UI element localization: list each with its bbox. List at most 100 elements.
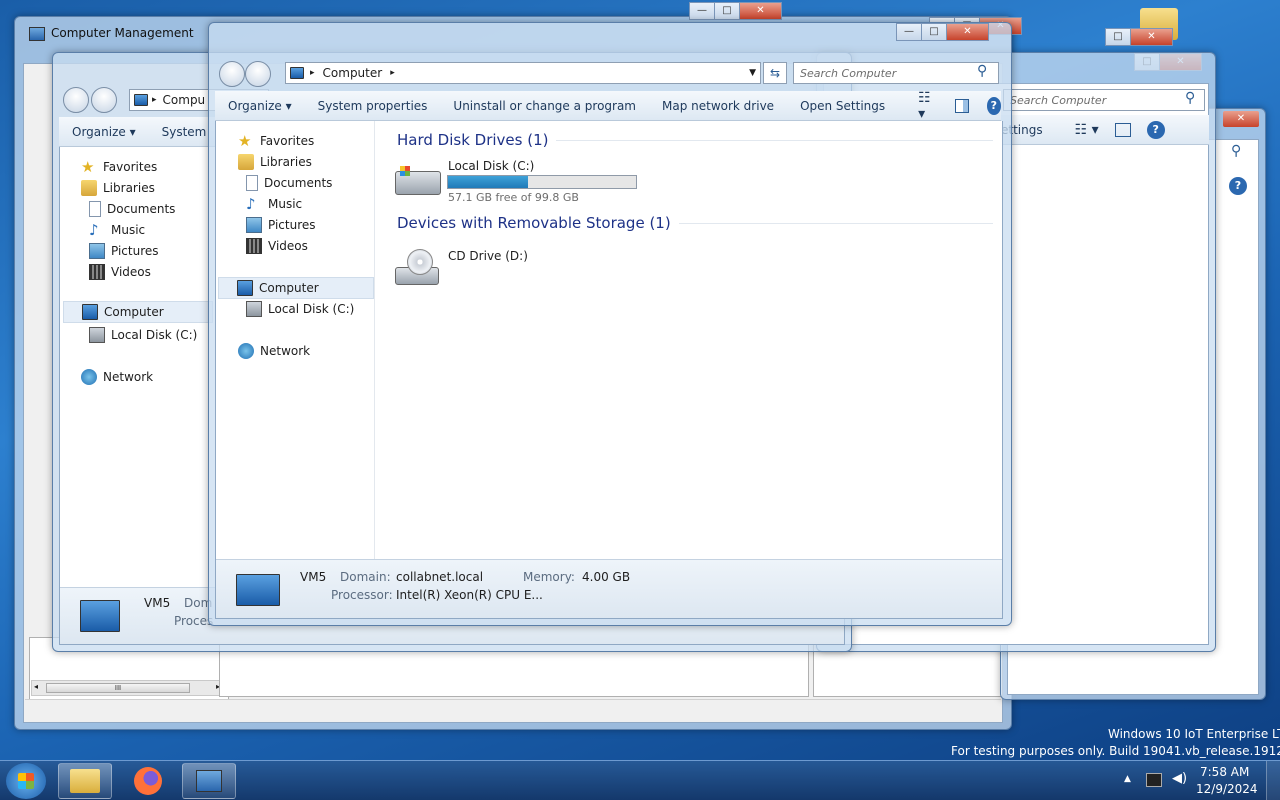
window-title: Computer Management bbox=[51, 26, 194, 40]
nav-libraries[interactable]: Libraries bbox=[81, 180, 155, 196]
details-computer-name: VM5 bbox=[144, 596, 171, 610]
minimize-icon[interactable]: — bbox=[689, 2, 715, 20]
minimize-icon[interactable]: — bbox=[896, 23, 922, 41]
navigation-pane: ★ Favorites Libraries Documents ♪ Music Pi… bbox=[59, 147, 213, 587]
start-button[interactable] bbox=[6, 763, 46, 799]
file-explorer-folder-icon bbox=[70, 769, 100, 793]
nav-pictures[interactable]: Pictures bbox=[89, 243, 159, 259]
view-options-icon[interactable]: ☷ ▾ bbox=[1075, 122, 1099, 138]
breadcrumb-computer[interactable]: Compu bbox=[163, 93, 206, 107]
nav-documents[interactable]: Documents bbox=[89, 201, 175, 217]
close-icon[interactable]: ✕ bbox=[946, 23, 989, 41]
address-bar[interactable]: ▸ Computer ▸ ▼ bbox=[285, 62, 761, 84]
help-icon[interactable]: ? bbox=[986, 96, 1001, 115]
map-network-drive-button[interactable]: Map network drive bbox=[649, 99, 787, 113]
system-properties-button[interactable]: System properties bbox=[305, 99, 441, 113]
network-globe-icon bbox=[238, 343, 254, 359]
windows-edition-watermark: Windows 10 IoT Enterprise LTSC bbox=[1108, 727, 1280, 741]
explorer-window-computer[interactable]: — □ ✕ ▸ Computer ▸ ▼ ⇆ Search Computer ⚲… bbox=[208, 22, 1012, 626]
nav-documents[interactable]: Documents bbox=[246, 175, 332, 191]
maximize-icon[interactable]: □ bbox=[1105, 28, 1131, 46]
search-input[interactable]: Search Computer bbox=[1003, 89, 1205, 111]
organize-button[interactable]: Organize ▾ bbox=[59, 125, 149, 139]
preview-pane-icon[interactable] bbox=[1114, 122, 1131, 137]
view-options-icon[interactable]: ☷ ▾ bbox=[918, 90, 937, 122]
breadcrumb-computer[interactable]: Computer bbox=[323, 66, 383, 80]
maximize-icon[interactable]: □ bbox=[921, 23, 947, 41]
nav-local-disk[interactable]: Local Disk (C:) bbox=[89, 327, 197, 343]
nav-computer[interactable]: Computer bbox=[63, 301, 213, 323]
nav-videos[interactable]: Videos bbox=[89, 264, 151, 280]
close-icon[interactable]: ✕ bbox=[1223, 111, 1259, 127]
nav-computer[interactable]: Computer bbox=[218, 277, 374, 299]
tray-network-icon[interactable] bbox=[1146, 773, 1162, 787]
videos-film-icon bbox=[246, 238, 262, 254]
cm-status-bar bbox=[25, 699, 1001, 721]
bg-window-caption-3[interactable]: □ ✕ bbox=[1105, 28, 1173, 46]
cm-hscroll[interactable]: ◂ III ▸ bbox=[31, 680, 227, 696]
breadcrumb-chevron-icon: ▸ bbox=[152, 95, 157, 105]
computer-large-icon bbox=[236, 574, 280, 606]
nav-pane-divider[interactable] bbox=[374, 121, 375, 559]
uninstall-program-button[interactable]: Uninstall or change a program bbox=[440, 99, 649, 113]
help-icon[interactable]: ? bbox=[1229, 177, 1247, 195]
nav-favorites[interactable]: ★ Favorites bbox=[238, 133, 314, 149]
taskbar-file-explorer[interactable] bbox=[58, 763, 112, 799]
close-icon[interactable]: ✕ bbox=[739, 2, 782, 20]
details-domain-label: Domain: bbox=[340, 570, 391, 584]
pictures-icon bbox=[246, 217, 262, 233]
nav-pictures[interactable]: Pictures bbox=[246, 217, 316, 233]
nav-favorites[interactable]: ★ Favorites bbox=[81, 159, 157, 175]
drive-c-free-space: 57.1 GB free of 99.8 GB bbox=[448, 191, 579, 204]
search-input[interactable]: Search Computer bbox=[793, 62, 999, 84]
help-icon[interactable]: ? bbox=[1146, 120, 1165, 139]
drive-d-name: CD Drive (D:) bbox=[448, 249, 528, 263]
drive-d-item[interactable]: CD Drive (D:) bbox=[391, 241, 591, 291]
videos-film-icon bbox=[89, 264, 105, 280]
show-desktop-button[interactable] bbox=[1266, 761, 1280, 800]
details-processor-value: Intel(R) Xeon(R) CPU E... bbox=[396, 588, 543, 602]
nav-videos[interactable]: Videos bbox=[246, 238, 308, 254]
search-icon[interactable]: ⚲ bbox=[1185, 90, 1195, 106]
taskbar-firefox[interactable] bbox=[130, 765, 166, 797]
forward-button[interactable] bbox=[91, 87, 117, 113]
preview-pane-icon[interactable] bbox=[955, 98, 969, 113]
maximize-icon[interactable]: □ bbox=[714, 2, 740, 20]
clock-date[interactable]: 12/9/2024 bbox=[1196, 782, 1258, 796]
address-dropdown-icon[interactable]: ▼ bbox=[749, 68, 756, 78]
tray-volume-icon[interactable]: ◀) bbox=[1172, 771, 1187, 786]
bg-window-caption-1[interactable]: — □ ✕ bbox=[689, 2, 782, 20]
open-settings-button[interactable]: Open Settings bbox=[787, 99, 898, 113]
scroll-left-arrow[interactable]: ◂ bbox=[34, 682, 38, 691]
clock-time[interactable]: 7:58 AM bbox=[1200, 765, 1249, 779]
drive-c-name: Local Disk (C:) bbox=[448, 159, 535, 173]
nav-music[interactable]: ♪ Music bbox=[246, 196, 302, 212]
disk-drive-icon bbox=[246, 301, 262, 317]
search-icon[interactable]: ⚲ bbox=[1231, 143, 1251, 163]
breadcrumb-chevron-icon[interactable]: ▸ bbox=[390, 68, 395, 78]
section-hard-disk-drives[interactable]: Hard Disk Drives (1) bbox=[397, 131, 993, 149]
nav-network[interactable]: Network bbox=[81, 369, 153, 385]
window-caption-buttons[interactable]: — □ ✕ bbox=[896, 23, 989, 41]
forward-button[interactable] bbox=[245, 61, 271, 87]
refresh-button[interactable]: ⇆ bbox=[763, 62, 787, 84]
close-icon[interactable]: ✕ bbox=[1130, 28, 1173, 46]
computer-management-icon bbox=[196, 770, 222, 792]
section-removable-storage[interactable]: Devices with Removable Storage (1) bbox=[397, 214, 993, 232]
scroll-thumb[interactable]: III bbox=[46, 683, 190, 693]
back-button[interactable] bbox=[219, 61, 245, 87]
search-icon[interactable]: ⚲ bbox=[977, 63, 987, 79]
nav-libraries[interactable]: Libraries bbox=[238, 154, 312, 170]
taskbar-computer-management[interactable] bbox=[182, 763, 236, 799]
nav-local-disk[interactable]: Local Disk (C:) bbox=[246, 301, 354, 317]
back-button[interactable] bbox=[63, 87, 89, 113]
details-domain-value: collabnet.local bbox=[396, 570, 484, 584]
organize-button[interactable]: Organize ▾ bbox=[215, 99, 305, 113]
drive-c-item[interactable]: Local Disk (C:) 57.1 GB free of 99.8 GB bbox=[391, 157, 651, 205]
nav-network[interactable]: Network bbox=[238, 343, 310, 359]
computer-icon bbox=[82, 304, 98, 320]
music-note-icon: ♪ bbox=[246, 195, 256, 213]
nav-music[interactable]: ♪ Music bbox=[89, 222, 145, 238]
tray-overflow-icon[interactable]: ▲ bbox=[1124, 774, 1131, 784]
drive-c-usage-bar bbox=[447, 175, 637, 189]
